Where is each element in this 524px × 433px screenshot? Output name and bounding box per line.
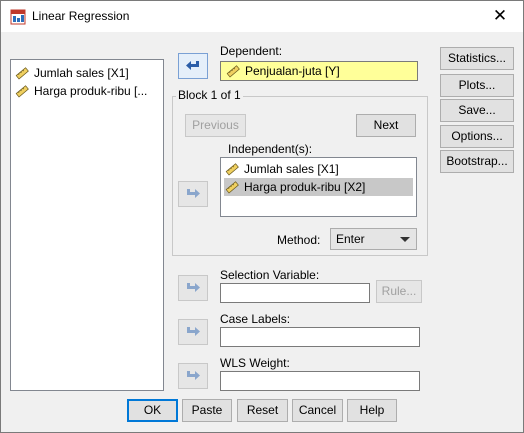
arrow-right-icon	[187, 371, 200, 380]
move-to-dependent-button[interactable]	[178, 53, 208, 79]
case-labels-label: Case Labels:	[220, 312, 291, 326]
bootstrap-button[interactable]: Bootstrap...	[440, 150, 514, 173]
list-item[interactable]: Jumlah sales [X1]	[224, 160, 413, 178]
title-bar: Linear Regression ✕	[1, 1, 523, 32]
previous-button[interactable]: Previous	[185, 114, 246, 137]
selection-variable-label: Selection Variable:	[220, 268, 320, 282]
list-item[interactable]: Harga produk-ribu [X2]	[224, 178, 413, 196]
list-item[interactable]: Harga produk-ribu [...	[14, 82, 151, 100]
list-item[interactable]: Jumlah sales [X1]	[14, 64, 133, 82]
arrow-right-icon	[187, 189, 200, 198]
independents-list[interactable]: Jumlah sales [X1] Harga produk-ribu [X2]	[220, 157, 417, 217]
close-button[interactable]: ✕	[483, 3, 517, 29]
wls-weight-field[interactable]	[220, 371, 420, 391]
arrow-right-icon	[187, 327, 200, 336]
selection-variable-field[interactable]	[220, 283, 370, 303]
help-button[interactable]: Help	[347, 399, 397, 422]
dependent-label: Dependent:	[220, 44, 283, 58]
plots-button[interactable]: Plots...	[440, 74, 514, 97]
reset-button[interactable]: Reset	[237, 399, 288, 422]
move-to-case-labels-button[interactable]	[178, 319, 208, 345]
move-to-selection-variable-button[interactable]	[178, 275, 208, 301]
next-button[interactable]: Next	[356, 114, 416, 137]
independents-label: Independent(s):	[228, 142, 313, 156]
scale-ruler-icon	[225, 163, 239, 176]
move-to-wls-weight-button[interactable]	[178, 363, 208, 389]
method-select[interactable]: Enter	[330, 228, 417, 250]
cancel-button[interactable]: Cancel	[292, 399, 343, 422]
statistics-button[interactable]: Statistics...	[440, 47, 514, 70]
arrow-right-icon	[187, 283, 200, 292]
save-button[interactable]: Save...	[440, 99, 514, 122]
case-labels-field[interactable]	[220, 327, 420, 347]
scale-ruler-icon	[15, 67, 29, 80]
ok-button[interactable]: OK	[127, 399, 178, 422]
dependent-field[interactable]: Penjualan-juta [Y]	[220, 61, 418, 81]
rule-button[interactable]: Rule...	[376, 280, 422, 303]
source-variable-list[interactable]: Jumlah sales [X1] Harga produk-ribu [...	[10, 59, 164, 391]
scale-ruler-icon	[15, 85, 29, 98]
linear-regression-dialog: Linear Regression ✕ Jumlah sales [X1] Ha…	[0, 0, 524, 433]
block-title: Block 1 of 1	[176, 88, 243, 102]
wls-weight-label: WLS Weight:	[220, 356, 290, 370]
method-label: Method:	[277, 233, 321, 247]
options-button[interactable]: Options...	[440, 125, 514, 148]
move-to-independents-button[interactable]	[178, 181, 208, 207]
close-icon: ✕	[492, 6, 508, 25]
arrow-left-icon	[186, 61, 199, 70]
scale-ruler-icon	[225, 181, 239, 194]
spss-app-icon	[10, 9, 26, 25]
window-title: Linear Regression	[32, 9, 130, 23]
chevron-down-icon	[400, 237, 410, 242]
scale-ruler-icon	[226, 65, 240, 78]
paste-button[interactable]: Paste	[182, 399, 232, 422]
